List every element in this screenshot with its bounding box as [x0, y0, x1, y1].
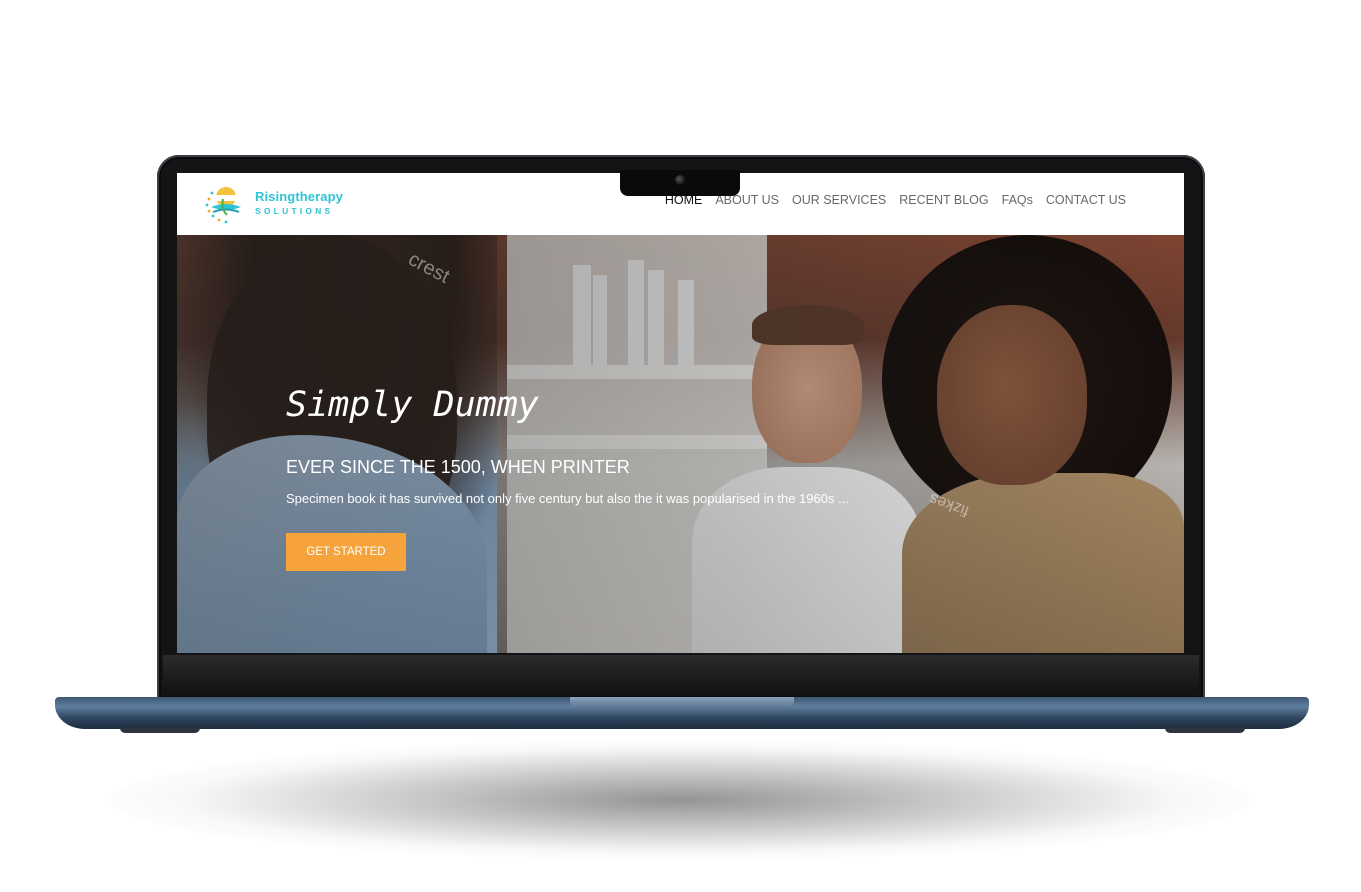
decorative-dots: ..........: [656, 800, 689, 809]
hero-description: Specimen book it has survived not only f…: [286, 491, 849, 506]
hero-overlay: [177, 235, 1184, 653]
hero-section: crest fizkes Simply Dummy EVER SINCE THE…: [177, 235, 1184, 653]
hero-title: Simply Dummy: [286, 385, 539, 425]
mockup-stage: Risingtherapy SOLUTIONS HOME ABOUT US OU…: [0, 0, 1361, 892]
logo-sun-icon: [205, 187, 241, 224]
nav-item-our-services[interactable]: OUR SERVICES: [792, 193, 886, 207]
hero-subtitle: EVER SINCE THE 1500, WHEN PRINTER: [286, 457, 630, 477]
laptop-bezel-bottom: [163, 655, 1199, 695]
nav-item-contact-us[interactable]: CONTACT US: [1046, 193, 1126, 207]
laptop-base-notch: [570, 697, 794, 711]
logo-name: Risingtherapy: [255, 189, 343, 204]
laptop-foot: [1165, 728, 1245, 733]
get-started-button[interactable]: GET STARTED: [286, 533, 406, 571]
laptop-foot: [120, 728, 200, 733]
camera-icon: [675, 175, 685, 185]
logo-subtitle: SOLUTIONS: [255, 206, 334, 216]
site-logo[interactable]: Risingtherapy SOLUTIONS: [203, 181, 363, 227]
nav-item-faqs[interactable]: FAQs: [1002, 193, 1033, 207]
nav-item-recent-blog[interactable]: RECENT BLOG: [899, 193, 988, 207]
laptop-screen: Risingtherapy SOLUTIONS HOME ABOUT US OU…: [177, 173, 1184, 653]
